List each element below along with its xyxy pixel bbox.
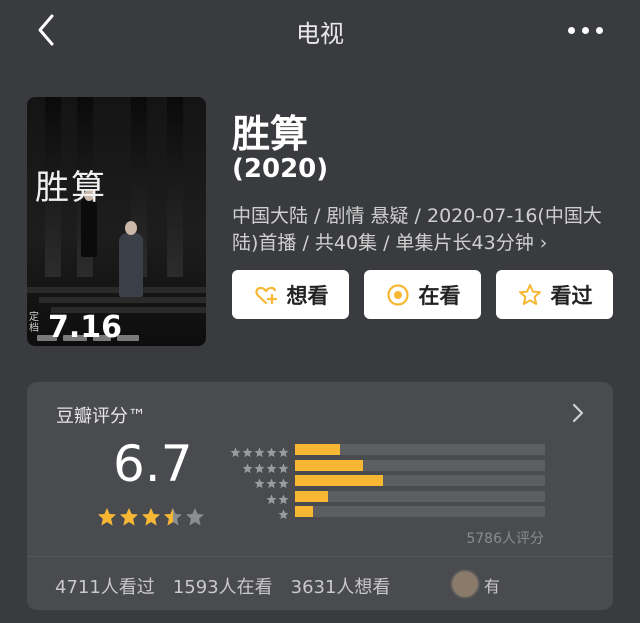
distribution-bar — [295, 459, 363, 471]
small-star-icon — [254, 474, 265, 489]
small-star-icon — [278, 474, 289, 489]
want-to-watch-label: 想看 — [286, 283, 329, 308]
star-empty-icon — [185, 507, 205, 527]
want-count[interactable]: 3631人想看 — [291, 573, 391, 599]
distribution-bar — [295, 490, 328, 502]
star-full-icon — [97, 507, 117, 527]
show-meta-link[interactable]: 中国大陆 / 剧情 悬疑 / 2020-07-16(中国大陆)首播 / 共40集… — [232, 203, 610, 257]
watching-label: 在看 — [418, 283, 461, 308]
distribution-row-3-star — [222, 474, 552, 489]
small-star-icon — [266, 459, 277, 473]
page-title: 电视 — [296, 20, 344, 48]
distribution-bar — [295, 444, 340, 455]
rating-stars — [97, 507, 205, 527]
card-divider — [27, 556, 613, 557]
small-star-icon — [242, 459, 253, 473]
watching-button[interactable]: 在看 — [364, 270, 481, 319]
rating-score: 6.7 — [113, 435, 193, 493]
small-star-icon — [266, 490, 277, 504]
distribution-row-4-star — [222, 459, 552, 473]
small-star-icon — [254, 443, 265, 458]
star-half-icon — [163, 507, 183, 527]
distribution-star-icons — [254, 474, 289, 489]
watched-count[interactable]: 4711人看过 — [55, 573, 155, 599]
small-star-icon — [242, 443, 253, 458]
distribution-row-5-star — [222, 443, 552, 458]
want-to-watch-button[interactable]: 想看 — [232, 270, 349, 319]
distribution-track — [295, 459, 545, 471]
friend-activity-text[interactable]: 有 — [484, 573, 500, 597]
distribution-star-icons — [278, 505, 289, 520]
star-full-icon — [141, 507, 161, 527]
small-star-icon — [278, 443, 289, 458]
star-full-icon — [119, 507, 139, 527]
show-year: (2020) — [232, 154, 329, 184]
more-button[interactable] — [560, 18, 610, 42]
more-dots-icon — [567, 26, 575, 34]
rating-count: 5786人评分 — [466, 531, 544, 547]
chevron-right-icon[interactable] — [570, 402, 586, 424]
stats-row: 4711人看过 1593人在看 3631人想看 — [55, 573, 390, 599]
small-star-icon — [230, 443, 241, 458]
distribution-track — [295, 475, 545, 486]
distribution-row-2-star — [222, 490, 552, 504]
distribution-row-1-star — [222, 505, 552, 520]
target-circle-icon — [386, 283, 409, 306]
small-star-icon — [278, 490, 289, 504]
show-poster[interactable] — [27, 97, 206, 346]
distribution-track — [295, 490, 545, 502]
watched-label: 看过 — [550, 283, 593, 308]
small-star-icon — [278, 505, 289, 520]
poster-date-prefix: 定档 — [29, 312, 39, 334]
distribution-bar — [295, 506, 313, 517]
rating-source-label: 豆瓣评分™ — [56, 406, 146, 427]
small-star-icon — [266, 474, 277, 489]
watching-count[interactable]: 1593人在看 — [173, 573, 273, 599]
small-star-icon — [278, 459, 289, 473]
small-star-icon — [254, 459, 265, 473]
star-outline-icon — [518, 283, 541, 305]
distribution-star-icons — [266, 490, 289, 504]
distribution-star-icons — [242, 459, 289, 473]
avatar[interactable] — [450, 569, 480, 599]
distribution-track — [295, 444, 545, 455]
distribution-star-icons — [230, 443, 289, 458]
poster-date: 7.16 — [48, 310, 123, 345]
small-star-icon — [266, 443, 277, 458]
distribution-track — [295, 506, 545, 517]
watched-button[interactable]: 看过 — [496, 270, 613, 319]
poster-title: 胜算 — [35, 168, 107, 208]
distribution-bar — [295, 475, 383, 486]
show-title: 胜算 — [232, 112, 309, 156]
heart-plus-icon — [254, 286, 277, 304]
